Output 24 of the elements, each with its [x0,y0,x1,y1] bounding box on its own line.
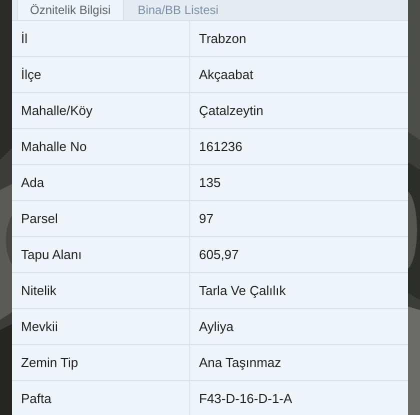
tab[interactable]: Bina/BB Listesi [126,0,230,20]
table-cell: F43-D-16-D-1-A [189,381,408,415]
table-cell: Çatalzeytin [189,93,408,128]
table-cell: Trabzon [189,21,408,56]
table-cell-text: İlçe [20,66,42,84]
table-cell-text: Tapu Alanı [20,246,83,264]
table-cell: 161236 [189,129,408,164]
table-cell-text: Parsel [20,210,59,228]
table-cell: Akçaabat [189,57,408,92]
table-cell-text: Mevkii [20,318,59,336]
table-cell: 135 [189,165,408,200]
table-cell-text: Mahalle/Köy [20,102,94,120]
table-cell-text: Pafta [20,390,52,408]
table-cell-text: Zemin Tip [20,354,80,372]
table-cell-text: Nitelik [20,282,58,300]
tab[interactable]: Öznitelik Bilgisi [17,0,124,20]
table-cell: Ana Taşınmaz [189,345,408,380]
table-cell: Ayliya [189,309,408,344]
table-cell-text: Mahalle No [20,138,88,156]
table-cell: Tarla Ve Çalılık [189,273,408,308]
table-cell: 97 [189,201,408,236]
table-cell: 605,97 [189,237,408,272]
table-cell-text: Ada [20,174,46,192]
table-cell-text: İl [20,30,28,48]
